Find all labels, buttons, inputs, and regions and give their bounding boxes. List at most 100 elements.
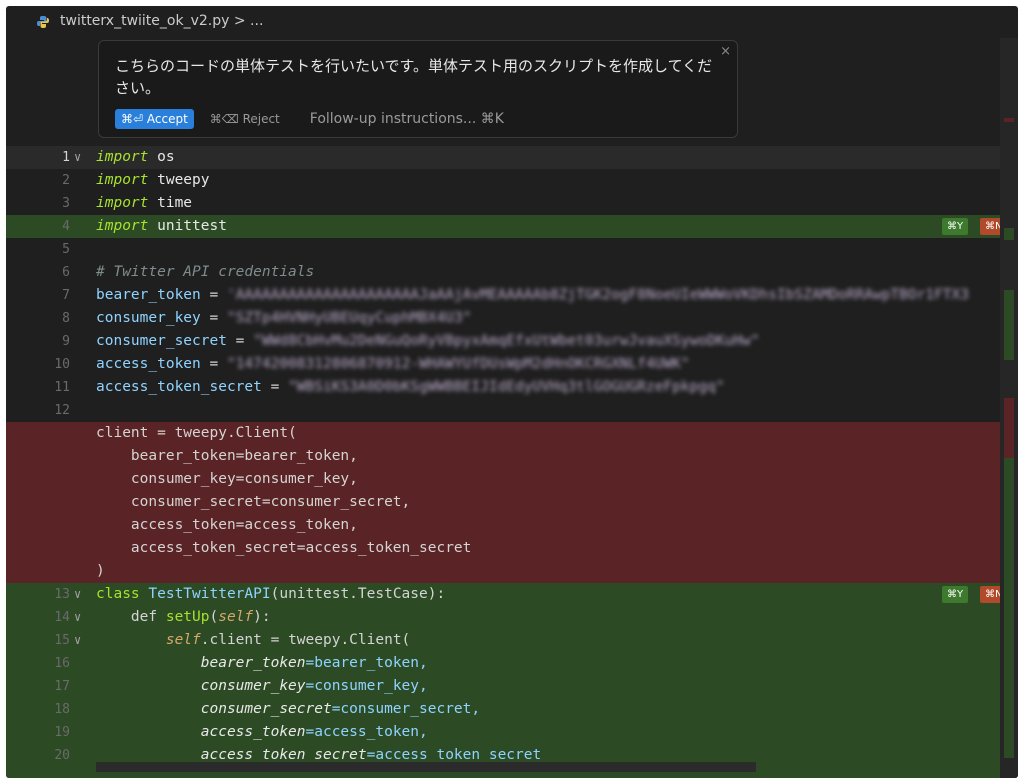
chevron-down-icon[interactable]: ∨: [74, 583, 88, 606]
code-line: 13 ∨ class TestTwitterAPI(unittest.TestC…: [6, 583, 1006, 606]
code-line: 12: [6, 399, 1006, 422]
line-number: 1: [62, 150, 70, 165]
line-number: 11: [54, 380, 70, 395]
breadcrumb-file[interactable]: twitterx_twiite_ok_v2.py > ...: [60, 13, 263, 29]
keyword: import: [96, 149, 149, 165]
removed-line: bearer_token=bearer_token,: [96, 448, 358, 464]
line-number: 13: [54, 587, 70, 602]
code-line: 17 consumer_key=consumer_key,: [6, 675, 1006, 698]
code-line: 15 ∨ self.client = tweepy.Client(: [6, 629, 1006, 652]
code-line: 14 ∨ def setUp(self):: [6, 606, 1006, 629]
kwarg-name: consumer_key: [96, 678, 306, 694]
variable: access_token: [96, 356, 201, 372]
kwarg-value: =access_token_secret: [366, 747, 542, 763]
minimap-marker: [1004, 290, 1014, 360]
keyword: import: [96, 195, 149, 211]
kwarg-value: =access_token,: [305, 724, 428, 740]
line-number: 17: [54, 679, 70, 694]
accept-button[interactable]: ⌘⏎ Accept: [115, 109, 194, 129]
code-line: 9 consumer_secret = "WWd8CbHvMu2DeNGuQoR…: [6, 330, 1006, 353]
followup-input[interactable]: Follow-up instructions... ⌘K: [310, 111, 504, 127]
minimap-scrollbar[interactable]: [1000, 38, 1018, 778]
removed-line: consumer_key=consumer_key,: [96, 471, 358, 487]
code-line: 5: [6, 238, 1006, 261]
redacted-string: 'AAAAAAAAAAAAAAAAAAAAAJaAAjAvMEAAAAAb8Zj…: [226, 287, 969, 303]
file-name[interactable]: twitterx_twiite_ok_v2.py: [60, 13, 229, 29]
redacted-string: "14742008312806870912-WHAWYUfDUsWpM2dHnO…: [226, 356, 690, 372]
code-line: 6 # Twitter API credentials: [6, 261, 1006, 284]
code-editor[interactable]: 1 ∨ import os 2 import tweepy 3 import t…: [6, 146, 1018, 778]
code-line: 19 access_token=access_token,: [6, 721, 1006, 744]
variable: bearer_token: [96, 287, 201, 303]
removed-line: client = tweepy.Client(: [96, 425, 297, 441]
line-number: 20: [54, 748, 70, 763]
module-name: os: [148, 149, 175, 165]
assignment: .client = tweepy.Client(: [200, 632, 411, 648]
code-line: 11 access_token_secret = "WBSiKS3A0D0bKS…: [6, 376, 1006, 399]
line-number: 2: [62, 173, 70, 188]
line-number: 14: [54, 610, 70, 625]
class-base: (unittest.TestCase):: [270, 586, 446, 602]
reject-button[interactable]: ⌘⌫ Reject: [210, 112, 280, 126]
kwarg-value: =consumer_key,: [305, 678, 428, 694]
minimap-marker: [1004, 398, 1014, 458]
horizontal-scrollbar[interactable]: [96, 762, 756, 772]
variable: consumer_secret: [96, 333, 227, 349]
line-number: 18: [54, 702, 70, 717]
line-number: 10: [54, 357, 70, 372]
code-line: 3 import time: [6, 192, 1006, 215]
removed-line: access_token_secret=access_token_secret: [96, 540, 472, 556]
keyword: class: [96, 586, 140, 602]
keyword: import: [96, 172, 149, 188]
removed-line: ): [96, 563, 105, 579]
code-line: 8 consumer_key = "SZTp4HVNHyUBEUqyCuphMB…: [6, 307, 1006, 330]
module-name: time: [148, 195, 193, 211]
accept-hunk-button[interactable]: ⌘Y: [942, 218, 969, 235]
variable: access_token_secret: [96, 379, 262, 395]
close-icon[interactable]: ×: [720, 44, 731, 59]
line-number: 15: [54, 633, 70, 648]
chevron-down-icon[interactable]: ∨: [74, 629, 88, 652]
breadcrumb-more[interactable]: > ...: [229, 13, 264, 29]
operator: =: [200, 310, 227, 326]
code-line: 18 consumer_secret=consumer_secret,: [6, 698, 1006, 721]
code-line: 7 bearer_token = 'AAAAAAAAAAAAAAAAAAAAAJ…: [6, 284, 1006, 307]
line-number: 19: [54, 725, 70, 740]
def-keyword: def: [96, 609, 166, 625]
kwarg-name: access_token: [96, 724, 306, 740]
kwarg-name: access_token_secret: [96, 747, 367, 763]
self-param: self: [218, 609, 254, 625]
line-number: 6: [62, 265, 70, 280]
minimap-marker: [1004, 228, 1014, 240]
python-file-icon: [37, 16, 49, 28]
kwarg-name: bearer_token: [96, 655, 306, 671]
class-name: TestTwitterAPI: [139, 586, 271, 602]
chevron-down-icon[interactable]: ∨: [74, 606, 88, 629]
paren: (: [209, 609, 219, 625]
line-number: 9: [62, 334, 70, 349]
removed-block: client = tweepy.Client( bearer_token=bea…: [6, 422, 1000, 583]
kwarg-name: consumer_secret: [96, 701, 332, 717]
redacted-string: "WWd8CbHvMu2DeNGuQoRyVBpyxAmqEfxUtWbet03…: [253, 333, 760, 349]
paren: ):: [253, 609, 271, 625]
code-line: 16 bearer_token=bearer_token,: [6, 652, 1006, 675]
kwarg-value: =consumer_secret,: [331, 701, 481, 717]
chevron-down-icon[interactable]: ∨: [74, 146, 88, 169]
prompt-text: こちらのコードの単体テストを行いたいです。単体テスト用のスクリプトを作成してくだ…: [115, 57, 713, 97]
module-name: unittest: [148, 218, 227, 234]
code-line: 1 ∨ import os: [6, 146, 1006, 169]
redacted-string: "SZTp4HVNHyUBEUqyCuphMBX4U3": [226, 310, 472, 326]
redacted-string: "WBSiKS3A0D0bKSgWWBBEIJIdEdyUVHq3tlGOGUG…: [288, 379, 725, 395]
line-number: 4: [62, 219, 70, 234]
operator: =: [226, 333, 254, 349]
operator: =: [261, 379, 289, 395]
removed-line: consumer_secret=consumer_secret,: [96, 494, 411, 510]
line-number: 3: [62, 196, 70, 211]
inline-chat-prompt: × こちらのコードの単体テストを行いたいです。単体テスト用のスクリプトを作成して…: [98, 40, 738, 138]
breadcrumb: twitterx_twiite_ok_v2.py > ...: [6, 6, 1018, 38]
line-number: 12: [54, 403, 70, 418]
removed-line: access_token=access_token,: [96, 517, 358, 533]
line-number: 5: [62, 242, 70, 257]
keyword: import: [96, 218, 149, 234]
